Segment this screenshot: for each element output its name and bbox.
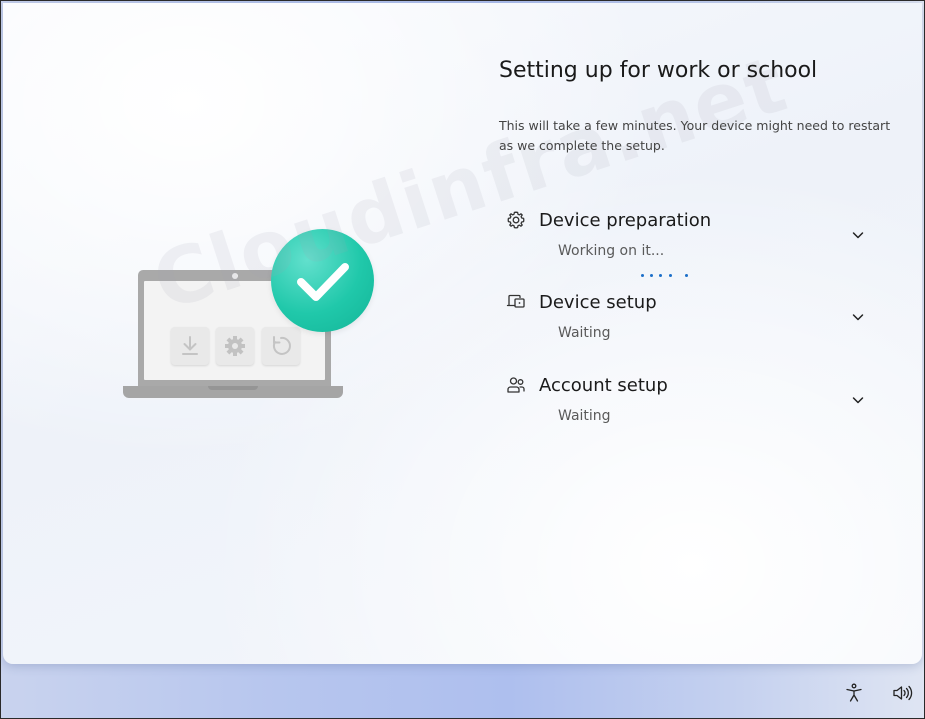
volume-icon[interactable] <box>891 682 913 704</box>
laptop-base <box>123 386 343 398</box>
download-icon <box>171 327 209 365</box>
step-status: Working on it... <box>558 243 665 259</box>
step-device-setup[interactable]: Device setup Waiting <box>506 292 876 352</box>
step-title: Device preparation <box>539 210 712 231</box>
progress-dot <box>669 274 672 277</box>
accessibility-icon[interactable] <box>843 682 865 704</box>
step-status: Waiting <box>558 325 611 341</box>
step-title: Account setup <box>539 375 668 396</box>
chevron-down-icon[interactable] <box>850 392 866 408</box>
checkmark-icon <box>271 229 374 332</box>
page-title: Setting up for work or school <box>499 58 818 83</box>
progress-dot <box>641 274 644 277</box>
progress-indicator <box>641 273 701 281</box>
oobe-window: Cloudinfra.net Setting up for work or sc… <box>3 3 922 664</box>
step-status: Waiting <box>558 408 611 424</box>
devices-icon <box>506 292 528 314</box>
progress-dot <box>659 274 662 277</box>
page-subtitle: This will take a few minutes. Your devic… <box>499 118 891 153</box>
gear-icon <box>506 210 528 232</box>
chevron-down-icon[interactable] <box>850 227 866 243</box>
people-icon <box>506 375 528 397</box>
progress-dot <box>685 274 688 277</box>
setup-illustration <box>121 228 381 403</box>
step-title: Device setup <box>539 292 657 313</box>
chevron-down-icon[interactable] <box>850 309 866 325</box>
refresh-icon <box>262 327 300 365</box>
gear-icon <box>216 327 254 365</box>
step-device-preparation[interactable]: Device preparation Working on it... <box>506 210 876 270</box>
progress-dot <box>650 274 653 277</box>
step-account-setup[interactable]: Account setup Waiting <box>506 375 876 435</box>
laptop-camera <box>232 273 238 279</box>
